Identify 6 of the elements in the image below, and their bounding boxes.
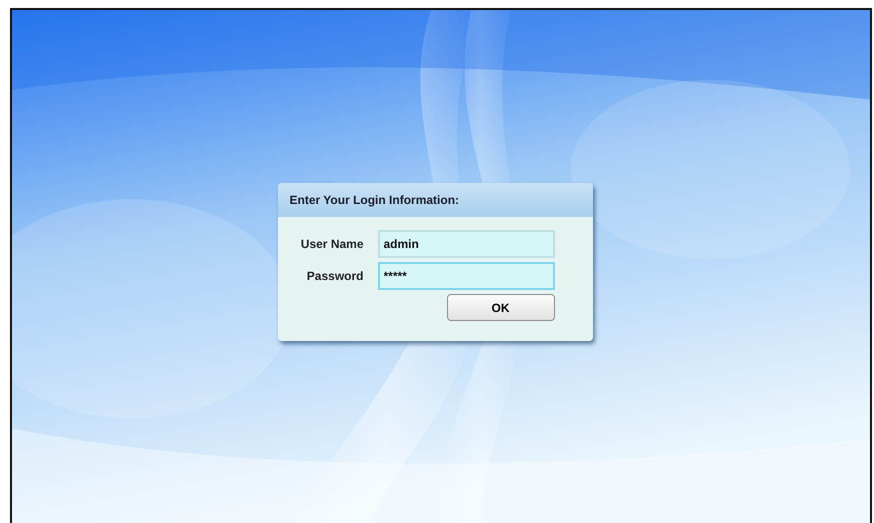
field-label: User Name [300, 236, 364, 253]
ok-button[interactable]: OK [446, 294, 554, 321]
field-label: Password [306, 268, 364, 285]
input-field[interactable]: ***** [378, 262, 554, 290]
input-field[interactable]: admin [378, 230, 554, 258]
dialog-title: Enter Your Login Information: [278, 183, 592, 217]
